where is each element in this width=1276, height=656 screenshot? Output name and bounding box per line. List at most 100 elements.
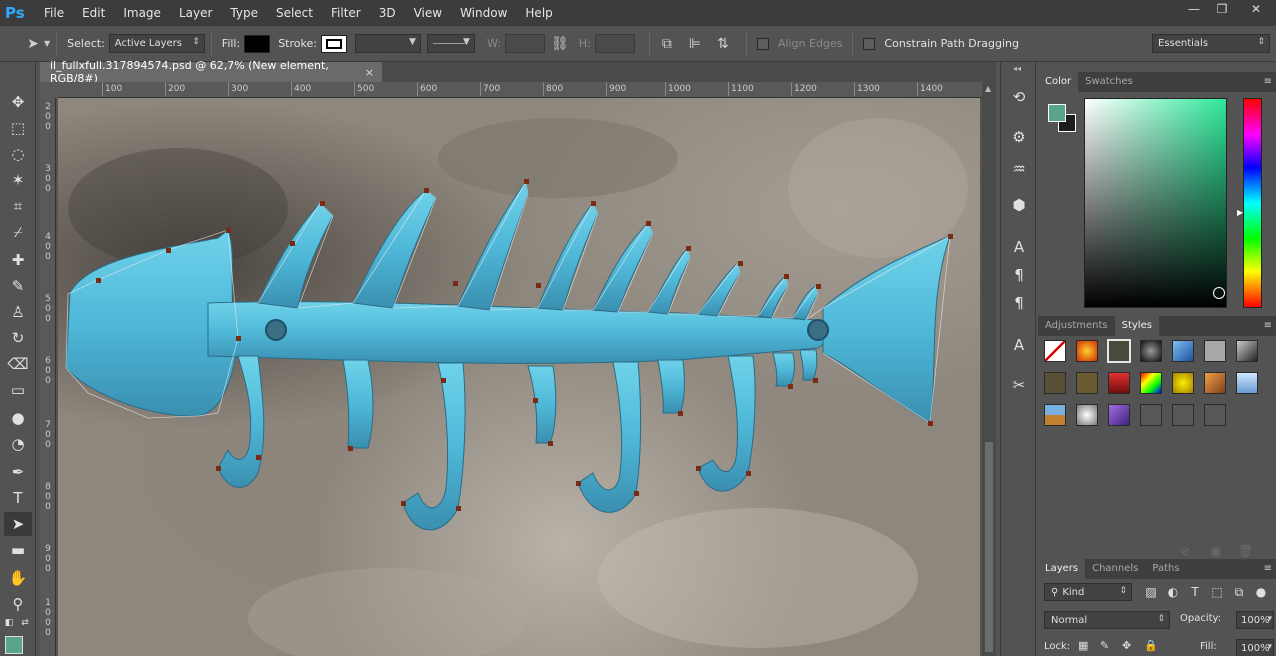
crop-tool-icon[interactable]: ⌗ — [4, 194, 32, 218]
tab-channels[interactable]: Channels — [1085, 559, 1145, 579]
lock-position-icon[interactable]: ✥ — [1122, 639, 1131, 652]
style-swatch[interactable] — [1236, 340, 1258, 362]
panel-menu-icon[interactable]: ≡ — [1264, 563, 1272, 574]
menu-3d[interactable]: 3D — [370, 0, 405, 26]
lasso-tool-icon[interactable]: ◌ — [4, 142, 32, 166]
link-icon[interactable]: ⛓ — [549, 33, 571, 55]
menu-type[interactable]: Type — [221, 0, 267, 26]
style-swatch[interactable] — [1044, 404, 1066, 426]
style-swatch[interactable] — [1044, 372, 1066, 394]
opacity-input[interactable]: 100% ▾ — [1236, 611, 1274, 629]
move-tool-icon[interactable]: ✥ — [4, 90, 32, 114]
scrollbar-thumb[interactable] — [985, 442, 993, 652]
style-swatch[interactable] — [1140, 340, 1162, 362]
swap-colors-icon[interactable]: ⇄ — [18, 616, 32, 630]
width-input[interactable] — [504, 34, 545, 53]
eyedropper-tool-icon[interactable]: ⌿ — [4, 220, 32, 244]
stroke-width-dropdown[interactable]: ▼ — [354, 34, 421, 53]
tab-paths[interactable]: Paths — [1145, 559, 1186, 579]
menu-edit[interactable]: Edit — [73, 0, 114, 26]
workspace-dropdown[interactable]: Essentials ⇕ — [1152, 34, 1270, 53]
style-swatch[interactable] — [1172, 340, 1194, 362]
tab-adjustments[interactable]: Adjustments — [1038, 316, 1115, 336]
stroke-swatch[interactable] — [320, 34, 347, 53]
panel-menu-icon[interactable]: ≡ — [1264, 76, 1272, 87]
delete-style-icon[interactable]: 🗑 — [1238, 544, 1253, 558]
tab-color[interactable]: Color — [1038, 72, 1079, 92]
tab-swatches[interactable]: Swatches — [1078, 72, 1140, 92]
path-operations-icon[interactable]: ⧉ — [656, 33, 678, 55]
brush-presets-icon[interactable]: ♒ — [1007, 158, 1031, 180]
panel-menu-icon[interactable]: ≡ — [1264, 320, 1272, 331]
menu-layer[interactable]: Layer — [170, 0, 221, 26]
menu-help[interactable]: Help — [516, 0, 561, 26]
history-panel-icon[interactable]: ⟲ — [1007, 86, 1031, 108]
horizontal-ruler[interactable]: 100 200 300 400 500 600 700 800 900 1000… — [58, 82, 982, 98]
stroke-type-dropdown[interactable]: ▼ — [426, 34, 475, 53]
eraser-tool-icon[interactable]: ⌫ — [4, 352, 32, 376]
actions-panel-icon[interactable]: ⚙ — [1007, 126, 1031, 148]
color-picker-field[interactable] — [1084, 98, 1227, 308]
style-swatch[interactable] — [1076, 404, 1098, 426]
restore-button[interactable]: ❐ — [1208, 0, 1236, 18]
rectangle-tool-icon[interactable]: ▬ — [4, 538, 32, 562]
document-tab[interactable]: il_fullxfull.317894574.psd @ 62,7% (New … — [40, 59, 382, 85]
menu-select[interactable]: Select — [267, 0, 322, 26]
tab-layers[interactable]: Layers — [1038, 559, 1086, 579]
hue-slider-pointer-icon[interactable]: ▶ — [1237, 208, 1243, 217]
style-swatch[interactable] — [1204, 340, 1226, 362]
clear-style-icon[interactable]: ⊘ — [1180, 544, 1190, 558]
style-swatch[interactable] — [1204, 404, 1226, 426]
tool-presets-icon[interactable]: ✂ — [1007, 374, 1031, 396]
color-picker-cursor[interactable] — [1213, 287, 1225, 299]
clone-stamp-tool-icon[interactable]: ♙ — [4, 300, 32, 324]
filter-adjustment-icon[interactable]: ◐ — [1164, 583, 1182, 601]
vertical-ruler[interactable]: 2 0 0 3 0 0 4 0 0 5 0 0 6 0 0 7 0 0 8 0 … — [40, 98, 56, 656]
constrain-path-checkbox[interactable] — [863, 37, 876, 50]
tab-styles[interactable]: Styles — [1114, 316, 1159, 336]
fill-input[interactable]: 100% ▾ — [1236, 639, 1274, 656]
style-swatch[interactable] — [1204, 372, 1226, 394]
style-swatch[interactable] — [1172, 372, 1194, 394]
close-button[interactable]: ✕ — [1236, 0, 1276, 18]
menu-filter[interactable]: Filter — [322, 0, 370, 26]
healing-brush-tool-icon[interactable]: ✚ — [4, 248, 32, 272]
document-canvas[interactable] — [58, 98, 980, 656]
menu-image[interactable]: Image — [114, 0, 170, 26]
filter-smart-object-icon[interactable]: ⧉ — [1230, 583, 1248, 601]
lock-all-icon[interactable]: 🔒 — [1144, 639, 1158, 652]
foreground-color-chip[interactable] — [1048, 104, 1066, 122]
lock-transparency-icon[interactable]: ▦ — [1078, 639, 1088, 652]
path-arrangement-icon[interactable]: ⇅ — [712, 33, 734, 55]
zoom-tool-icon[interactable]: ⚲ — [4, 592, 32, 616]
scroll-up-icon[interactable]: ▲ — [985, 84, 991, 93]
hue-slider[interactable] — [1243, 98, 1262, 308]
filter-type-icon[interactable]: T — [1186, 583, 1204, 601]
minimize-button[interactable]: — — [1180, 0, 1208, 18]
marquee-tool-icon[interactable]: ⬚ — [4, 116, 32, 140]
gradient-tool-icon[interactable]: ▭ — [4, 378, 32, 402]
3d-panel-icon[interactable]: ⬢ — [1007, 194, 1031, 216]
tool-preset-dropdown-icon[interactable]: ▼ — [44, 39, 50, 48]
style-swatch[interactable] — [1140, 372, 1162, 394]
lock-pixels-icon[interactable]: ✎ — [1100, 639, 1109, 652]
blend-mode-dropdown[interactable]: Normal ⇕ — [1044, 611, 1170, 629]
brush-tool-icon[interactable]: ✎ — [4, 274, 32, 298]
filter-pixel-icon[interactable]: ▨ — [1142, 583, 1160, 601]
height-input[interactable] — [594, 34, 635, 53]
style-swatch[interactable] — [1076, 372, 1098, 394]
new-style-icon[interactable]: ▣ — [1210, 544, 1221, 558]
menu-view[interactable]: View — [405, 0, 451, 26]
close-document-icon[interactable]: × — [365, 66, 374, 79]
ruler-origin[interactable] — [40, 82, 58, 98]
blur-tool-icon[interactable]: ● — [4, 406, 32, 430]
path-selection-tool-icon[interactable]: ➤ — [4, 512, 32, 536]
character-styles-icon[interactable]: A — [1007, 334, 1031, 356]
vertical-scrollbar[interactable]: ▲ — [982, 82, 996, 656]
path-alignment-icon[interactable]: ⊫ — [684, 33, 706, 55]
path-selection-tool-preset-icon[interactable]: ➤ — [22, 33, 44, 55]
style-swatch-selected[interactable] — [1107, 339, 1131, 363]
select-dropdown[interactable]: Active Layers ⇕ — [108, 34, 205, 53]
hand-tool-icon[interactable]: ✋ — [4, 566, 32, 590]
pen-tool-icon[interactable]: ✒ — [4, 460, 32, 484]
